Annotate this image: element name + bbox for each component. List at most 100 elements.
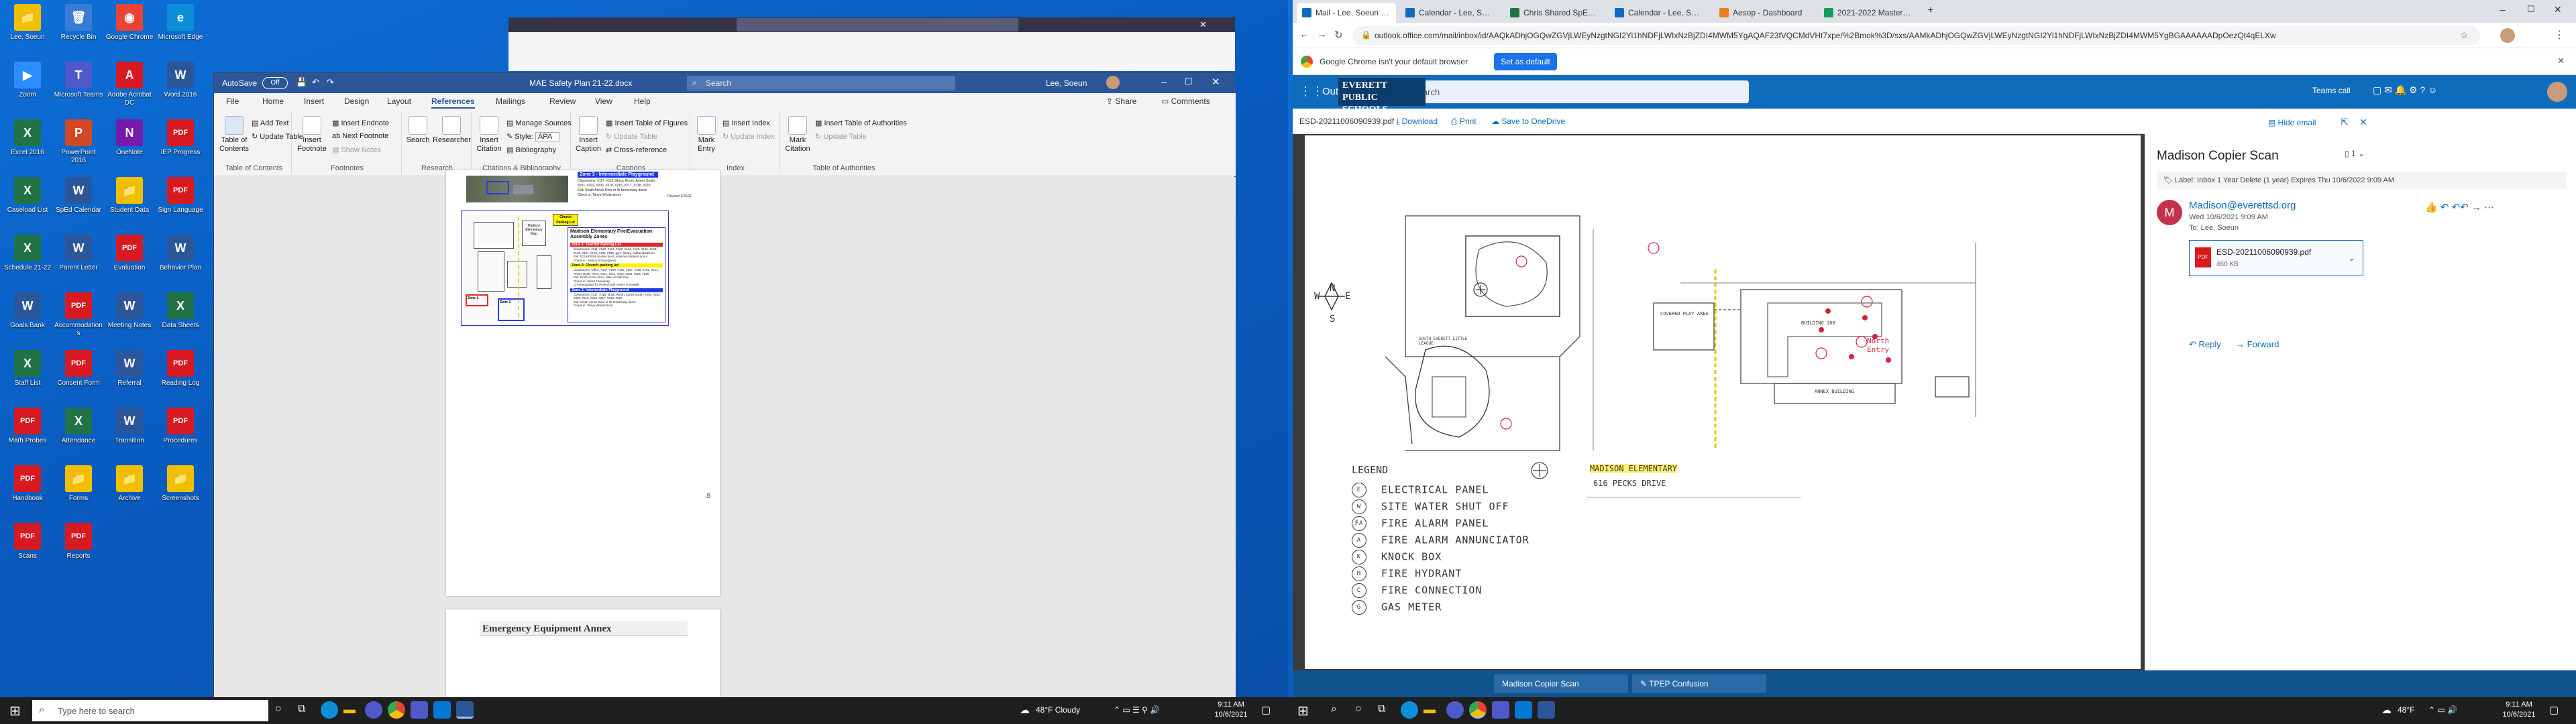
undo-icon[interactable]: ↶	[312, 77, 319, 88]
autosave-toggle[interactable]: Off	[262, 77, 288, 89]
desktop-icon[interactable]: T Microsoft Teams	[54, 60, 103, 117]
menu-help[interactable]: Help	[634, 97, 651, 106]
share-button[interactable]: ⇪ Share	[1106, 95, 1153, 108]
new-tab-icon[interactable]: +	[1927, 5, 1933, 17]
menu-insert[interactable]: Insert	[304, 97, 324, 106]
desktop-icon[interactable]: 🗑 Recycle Bin	[54, 3, 103, 59]
desktop-icon[interactable]: X Data Sheets	[156, 291, 205, 347]
forward-button[interactable]: → Forward	[2236, 339, 2279, 349]
desktop-icon[interactable]: ◉ Google Chrome	[105, 3, 154, 59]
desktop-icon[interactable]: PDF Evaluation	[105, 233, 154, 290]
windows-start-icon[interactable]: ⊞	[1297, 703, 1309, 719]
weather-text[interactable]: 48°F	[2398, 705, 2414, 715]
minimize-icon[interactable]: –	[2500, 4, 2506, 15]
menu-mailings[interactable]: Mailings	[496, 97, 525, 106]
user-name[interactable]: Lee, Soeun	[1046, 78, 1087, 88]
windows-start-icon[interactable]: ⊞	[9, 703, 21, 719]
task-view-icon[interactable]: ⧉	[1378, 703, 1385, 715]
task-view-icon[interactable]: ⧉	[298, 703, 305, 715]
desktop-icon[interactable]: P PowerPoint 2016	[54, 118, 103, 174]
desktop-icon[interactable]: 📁 Lee, Soeun	[3, 3, 52, 59]
profile-avatar[interactable]	[2500, 28, 2515, 43]
desktop-icon[interactable]: X Caseload List	[3, 176, 52, 232]
cross-reference-button[interactable]: ⇄ Cross-reference	[606, 145, 667, 154]
desktop-icon[interactable]: W Behavior Plan	[156, 233, 205, 290]
tab-calendar-2[interactable]: Calendar - Lee, Soeun - Outlook	[1609, 3, 1710, 23]
teams-call-button[interactable]: Teams call	[2312, 86, 2351, 95]
sender-avatar[interactable]: M	[2157, 200, 2182, 225]
menu-file[interactable]: File	[226, 97, 239, 106]
desktop-icon[interactable]: PDF Reading Log	[156, 349, 205, 405]
reply-button[interactable]: ↶ Reply	[2189, 339, 2221, 350]
reload-icon[interactable]: ↻	[1334, 29, 1343, 41]
insert-citation-button[interactable]: Insert Citation	[474, 116, 504, 154]
insert-toa-button[interactable]: ▦ Insert Table of Authorities	[815, 119, 907, 127]
chrome-taskbar-icon[interactable]	[1469, 701, 1487, 719]
word-taskbar-icon[interactable]	[1538, 701, 1555, 719]
insert-index-button[interactable]: ▤ Insert Index	[722, 119, 770, 127]
desktop-icon[interactable]: A Adobe Acrobat DC	[105, 60, 154, 117]
desktop-icon[interactable]: PDF IEP Progress	[156, 118, 205, 174]
word-search-box[interactable]: ⌕ Search	[687, 76, 955, 90]
style-select[interactable]: ✎ Style: APA	[506, 132, 560, 141]
tray-icons[interactable]: ⌃ ▭ ☰ ⚲ 🔊	[1114, 705, 1160, 715]
hide-email-button[interactable]: ▤ Hide email	[2268, 118, 2316, 127]
outlook-taskbar-icon[interactable]	[433, 701, 451, 719]
mark-citation-button[interactable]: Mark Citation	[783, 116, 812, 154]
app-launcher-icon[interactable]: ⋮⋮	[1299, 84, 1324, 99]
desktop-icon[interactable]: X Excel 2016	[3, 118, 52, 174]
explorer-taskbar-icon[interactable]: ▬	[343, 703, 356, 717]
maximize-icon[interactable]: ☐	[2527, 4, 2535, 15]
close-viewer-icon[interactable]: ✕	[2359, 117, 2367, 128]
next-footnote-button[interactable]: ab Next Footnote	[332, 132, 388, 140]
notification-icon[interactable]: ▢	[1261, 704, 1271, 716]
menu-layout[interactable]: Layout	[387, 97, 411, 106]
word-taskbar-icon[interactable]	[456, 701, 474, 719]
comments-button[interactable]: ▭ Comments	[1161, 95, 1228, 108]
menu-view[interactable]: View	[595, 97, 612, 106]
update-index-button[interactable]: ↻ Update Index	[722, 132, 775, 141]
tab-mail[interactable]: Mail - Lee, Soeun - Outlook	[1297, 3, 1396, 23]
save-onedrive-button[interactable]: ☁ Save to OneDrive	[1491, 117, 1565, 126]
address-bar[interactable]: 🔒 outlook.office.com/mail/inbox/id/AAQkA…	[1353, 26, 2480, 45]
desktop-icon[interactable]: W Referral	[105, 349, 154, 405]
taskbar-search[interactable]: ⌕ Type here to search	[32, 700, 268, 721]
desktop-icon[interactable]: e Microsoft Edge	[156, 3, 205, 59]
teams-taskbar-icon[interactable]	[1446, 701, 1464, 719]
avatar[interactable]	[2547, 82, 2567, 102]
bibliography-button[interactable]: ▤ Bibliography	[506, 145, 556, 154]
redo-icon[interactable]: ↷	[327, 77, 334, 88]
desktop-icon[interactable]: X Attendance	[54, 406, 103, 463]
insert-footnote-button[interactable]: Insert Footnote	[296, 116, 328, 154]
menu-kebab-icon[interactable]: ⋮	[2554, 28, 2565, 42]
menu-references[interactable]: References	[431, 97, 475, 109]
manage-sources-button[interactable]: ▤ Manage Sources	[506, 119, 572, 127]
researcher-button[interactable]: Researcher	[433, 116, 471, 145]
search-icon[interactable]: ⌕	[1331, 703, 1337, 715]
insert-caption-button[interactable]: Insert Caption	[574, 116, 603, 154]
header-icons[interactable]: ▢ ✉ 🔔 ⚙ ? ☺	[2373, 84, 2437, 96]
outlook-search[interactable]: ⌕ Search	[1387, 80, 1749, 103]
popout-icon[interactable]: ⇱	[2341, 117, 2349, 128]
tray-icons[interactable]: ⌃ ▭ 🔊	[2428, 705, 2457, 715]
thread-count[interactable]: ▯ 1 ⌄	[2345, 149, 2365, 158]
desktop-icon[interactable]: X Staff List	[3, 349, 52, 405]
bottom-item-tpep[interactable]: ✎ TPEP Confusion	[1632, 674, 1766, 693]
outlook-taskbar-icon[interactable]	[1515, 701, 1532, 719]
save-icon[interactable]: 💾	[296, 77, 307, 88]
update-toa-button[interactable]: ↻ Update Table	[815, 132, 867, 141]
tab-sped-schedule[interactable]: Chris Shared SpEd para schedule	[1505, 3, 1605, 23]
desktop-icon[interactable]: W Parent Letter	[54, 233, 103, 290]
teams-close-icon[interactable]: ✕	[1199, 19, 1207, 30]
teams-taskbar-icon[interactable]	[365, 701, 382, 719]
desktop-icon[interactable]: PDF Procedures	[156, 406, 205, 463]
tab-calendar-1[interactable]: Calendar - Lee, Soeun - Outlook	[1400, 3, 1501, 23]
search-button[interactable]: Search	[405, 116, 431, 145]
edge-taskbar-icon[interactable]	[321, 701, 338, 719]
desktop-icon[interactable]: PDF Consent Form	[54, 349, 103, 405]
explorer-taskbar-icon[interactable]: ▬	[1424, 703, 1436, 717]
clock[interactable]: 9:11 AM 10/6/2021	[2496, 700, 2542, 720]
teams-app-taskbar-icon[interactable]	[1492, 701, 1509, 719]
desktop-icon[interactable]: W Word 2016	[156, 60, 205, 117]
insert-endnote-button[interactable]: ▦ Insert Endnote	[332, 119, 389, 127]
